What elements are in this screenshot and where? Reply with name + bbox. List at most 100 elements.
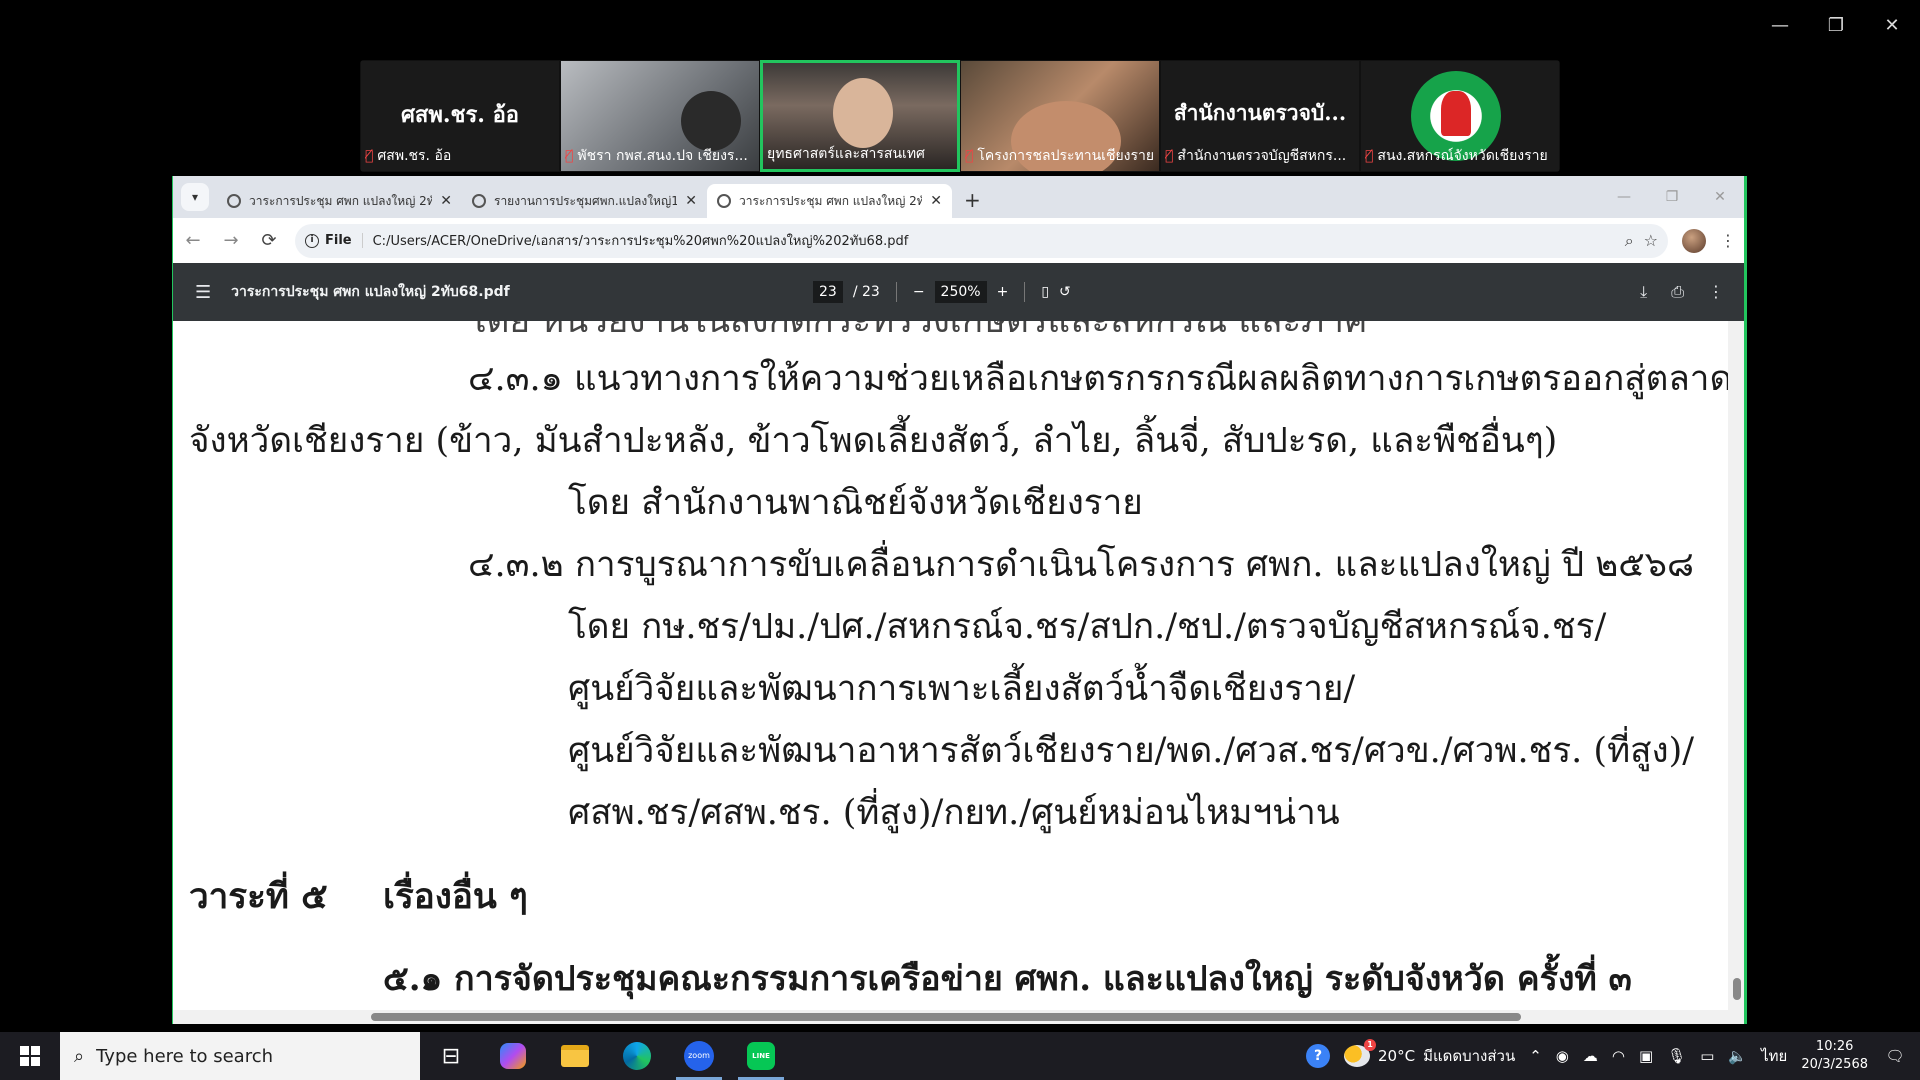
camera-icon[interactable]: ▣ (1639, 1047, 1653, 1065)
weather-widget[interactable]: 1 20°C มีแดดบางส่วน (1344, 1039, 1515, 1068)
participant-tile[interactable]: ศสพ.ชร. อ้อ 🎙̸ ศสพ.ชร. อ้อ (360, 60, 560, 172)
tab-title: วาระการประชุม ศพก แปลงใหญ่ 2ทับ68 (739, 193, 923, 208)
folder-icon (561, 1045, 589, 1067)
pdf-line: โดย สำนักงานพาณิชย์จังหวัดเชียงราย (568, 483, 1143, 523)
clock-date: 20/3/2568 (1801, 1057, 1868, 1072)
close-icon[interactable]: ✕ (685, 193, 697, 209)
task-view-icon: ⊟ (441, 1043, 461, 1069)
pdf-line: ศูนย์วิจัยและพัฒนาอาหารสัตว์เชียงราย/พด.… (568, 731, 1695, 771)
site-info-chip[interactable]: i File (305, 233, 363, 248)
participant-tile[interactable]: สำนักงานตรวจบั... 🎙̸ สำนักงานตรวจบัญชีสหก… (1160, 60, 1360, 172)
participant-tile-active-speaker[interactable]: ยุทธศาสตร์และสารสนเทศ (760, 60, 960, 172)
pdf-line: ๔.๓.๒ การบูรณาการขับเคลื่อนการดำเนินโครง… (468, 545, 1694, 585)
taskbar-search[interactable]: ⌕ Type here to search (60, 1032, 420, 1080)
browser-tab-active[interactable]: วาระการประชุม ศพก แปลงใหญ่ 2ทับ68 ✕ (707, 184, 952, 218)
browser-minimize-button[interactable]: — (1600, 176, 1648, 218)
partly-sunny-icon: 1 (1344, 1039, 1377, 1067)
participant-label: 🎙̸ โครงการชลประทานเชียงราย (965, 145, 1155, 167)
zoom-restore-button[interactable]: ❐ (1808, 0, 1864, 50)
edge-button[interactable] (606, 1032, 668, 1080)
system-tray: ? 1 20°C มีแดดบางส่วน ⌃ ◉ ☁ ◠ ▣ 🎙 ▭ 🔈 ไท… (1306, 1032, 1920, 1080)
download-icon[interactable]: ⤓ (1640, 282, 1647, 302)
participant-name-large: สำนักงานตรวจบั... (1173, 100, 1347, 125)
speaker-icon[interactable]: 🔈 (1728, 1047, 1747, 1065)
horizontal-scrollbar[interactable] (173, 1010, 1728, 1024)
address-bar[interactable]: i File C:/Users/ACER/OneDrive/เอกสาร/วาร… (295, 223, 1668, 258)
divider (1024, 282, 1026, 302)
profile-avatar[interactable] (1682, 228, 1706, 253)
pdf-page-view[interactable]: โดย หน่วยงานในสังกัดกระทรวงเกษตรและสหกรณ… (173, 321, 1744, 1024)
new-tab-button[interactable]: + (952, 188, 993, 218)
star-icon[interactable]: ☆ (1644, 231, 1658, 250)
pdf-line: โดย กษ.ชร/ปม./ปศ./สหกรณ์จ.ชร/สปก./ชป./ตร… (568, 607, 1607, 647)
record-icon[interactable]: ◉ (1556, 1047, 1569, 1065)
browser-close-button[interactable]: ✕ (1696, 176, 1744, 218)
zoom-out-button[interactable]: − (913, 284, 925, 300)
pdf-line: ศสพ.ชร/ศสพ.ชร. (ที่สูง)/กยท./ศูนย์หม่อนไ… (568, 793, 1340, 833)
divider (895, 282, 897, 302)
pdf-toolbar: ☰ วาระการประชุม ศพก แปลงใหญ่ 2ทับ68.pdf … (173, 263, 1744, 321)
close-icon[interactable]: ✕ (930, 193, 942, 209)
participant-label-text: ศสพ.ชร. อ้อ (377, 148, 452, 164)
zoom-minimize-button[interactable]: — (1752, 0, 1808, 50)
participant-label-text: โครงการชลประทานเชียงราย (977, 148, 1155, 164)
forward-button[interactable]: → (219, 230, 243, 251)
agenda-heading-title: เรื่องอื่น ๆ (383, 876, 528, 917)
info-icon: i (305, 233, 319, 248)
task-view-button[interactable]: ⊟ (420, 1032, 482, 1080)
help-icon[interactable]: ? (1306, 1044, 1331, 1068)
copilot-button[interactable] (482, 1032, 544, 1080)
participant-label-text: สำนักงานตรวจบัญชีสหกร... (1177, 148, 1347, 164)
wifi-icon[interactable]: ◠ (1612, 1047, 1625, 1065)
participant-tile[interactable]: 🎙̸ พัชรา กพส.สนง.ปจ เชียงร... (560, 60, 760, 172)
browser-tab[interactable]: วาระการประชุม ศพก แปลงใหญ่ 2ทับ68 ✕ (217, 184, 462, 218)
mic-muted-icon: 🎙̸ (565, 148, 574, 164)
vertical-scrollbar[interactable] (1728, 321, 1744, 1024)
browser-tab[interactable]: รายงานการประชุมศพก.แปลงใหญ่1-68 ✕ (462, 184, 707, 218)
fit-page-icon[interactable]: ▯ (1041, 284, 1049, 300)
battery-icon[interactable]: ▭ (1700, 1047, 1714, 1065)
participant-tile[interactable]: 🎙̸ โครงการชลประทานเชียงราย (960, 60, 1160, 172)
browser-maximize-button[interactable]: ❐ (1648, 176, 1696, 218)
back-button[interactable]: ← (181, 230, 205, 251)
cropped-line: โดย หน่วยงานในสังกัดกระทรวงเกษตรและสหกรณ… (468, 321, 1368, 341)
menu-icon[interactable]: ☰ (195, 282, 211, 303)
weather-temp: 20°C (1378, 1047, 1416, 1065)
zoom-icon: zoom (684, 1041, 714, 1071)
zoom-app-button[interactable]: zoom (668, 1032, 730, 1080)
close-icon[interactable]: ✕ (440, 193, 452, 209)
chevron-up-icon[interactable]: ⌃ (1529, 1047, 1542, 1065)
start-button[interactable] (0, 1032, 60, 1080)
file-explorer-button[interactable] (544, 1032, 606, 1080)
cloud-icon[interactable]: ☁ (1583, 1047, 1598, 1065)
reload-button[interactable]: ⟳ (257, 230, 281, 251)
pdf-line: ๕.๑ การจัดประชุมคณะกรรมการเครือข่าย ศพก.… (383, 959, 1632, 999)
copilot-icon (500, 1043, 526, 1069)
mic-muted-icon: 🎙̸ (1165, 148, 1174, 164)
notification-icon[interactable]: 🗨 (1882, 1047, 1908, 1065)
zoom-level-input[interactable]: 250% (934, 281, 987, 303)
mic-muted-icon: 🎙̸ (965, 148, 974, 164)
microphone-icon[interactable]: 🎙 (1667, 1047, 1686, 1065)
scroll-thumb[interactable] (371, 1013, 1521, 1021)
more-menu-icon[interactable]: ⋮ (1720, 231, 1736, 250)
more-options-icon[interactable]: ⋮ (1708, 282, 1724, 302)
page-number-input[interactable]: 23 (813, 281, 843, 303)
clock[interactable]: 10:26 20/3/2568 (1801, 1038, 1868, 1074)
zoom-close-button[interactable]: ✕ (1864, 0, 1920, 50)
mic-muted-icon: 🎙̸ (1365, 148, 1374, 164)
pdf-line: ศูนย์วิจัยและพัฒนาการเพาะเลี้ยงสัตว์น้ำจ… (568, 669, 1356, 709)
rotate-icon[interactable]: ↺ (1059, 284, 1071, 300)
scroll-thumb[interactable] (1733, 978, 1741, 1000)
zoom-in-button[interactable]: + (997, 284, 1009, 300)
weather-badge: 1 (1364, 1039, 1377, 1051)
line-app-button[interactable]: LINE (730, 1032, 792, 1080)
url-text[interactable]: C:/Users/ACER/OneDrive/เอกสาร/วาระการประ… (373, 230, 1615, 251)
input-language[interactable]: ไทย (1761, 1044, 1787, 1068)
participant-label-text: ยุทธศาสตร์และสารสนเทศ (767, 146, 925, 162)
tab-search-button[interactable]: ▾ (181, 183, 209, 211)
print-icon[interactable]: ⎙ (1671, 282, 1684, 302)
participant-tile[interactable]: 🎙̸ สนง.สหกรณ์จังหวัดเชียงราย (1360, 60, 1560, 172)
participant-label: 🎙̸ ศสพ.ชร. อ้อ (365, 145, 555, 167)
zoom-magnifier-icon[interactable]: ⌕ (1625, 231, 1634, 251)
